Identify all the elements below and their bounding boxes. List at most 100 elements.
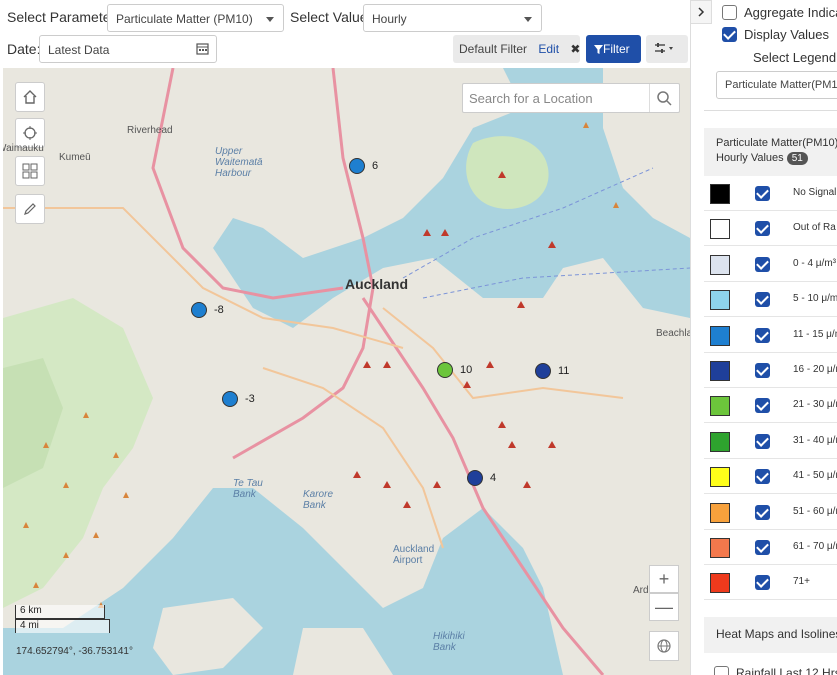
legend-select-value: Particulate Matter(PM10: [725, 79, 837, 91]
filter-icon: [594, 45, 603, 54]
legend-swatch: [710, 538, 730, 558]
station-value: 6: [372, 160, 379, 172]
legend-checkbox[interactable]: [755, 221, 770, 237]
legend-count-badge: 51: [786, 152, 808, 165]
divider: [704, 110, 837, 111]
value-select-value: Hourly: [372, 12, 407, 26]
collapse-panel-button[interactable]: [690, 0, 712, 24]
legend-checkbox[interactable]: [755, 433, 770, 449]
filter-button[interactable]: Filter: [586, 35, 641, 63]
legend-row: 61 - 70 μ/m: [704, 530, 837, 565]
grid-icon: [22, 163, 38, 179]
basemap-button[interactable]: [15, 156, 45, 186]
legend-swatch: [710, 431, 730, 452]
rainfall-checkbox[interactable]: [714, 666, 729, 675]
legend-checkbox[interactable]: [755, 575, 770, 591]
place-label: Hikihiki Bank: [433, 631, 465, 653]
legend-swatch: [710, 184, 730, 204]
parameter-select[interactable]: Particulate Matter (PM10): [107, 4, 284, 32]
home-button[interactable]: [15, 82, 45, 112]
clear-filter-icon[interactable]: ✖: [570, 42, 580, 56]
legend-swatch: [710, 219, 730, 240]
legend-swatch: [710, 502, 730, 523]
place-label: Waimauku: [3, 143, 44, 154]
date-label: Date:: [7, 41, 41, 57]
legend-checkbox[interactable]: [755, 292, 770, 308]
legend-range-label: 0 - 4 μ/m³: [793, 257, 836, 269]
select-legend-label: Select Legend:: [753, 50, 837, 65]
scale-mi: 4 mi: [15, 619, 110, 633]
legend-swatch: [710, 573, 730, 594]
legend-range-label: 71+: [793, 576, 810, 588]
draw-button[interactable]: [15, 194, 45, 224]
legend-checkbox[interactable]: [755, 398, 770, 414]
legend-checkbox[interactable]: [755, 256, 770, 272]
legend-range-label: 5 - 10 μ/m: [793, 293, 837, 305]
legend-select[interactable]: Particulate Matter(PM10: [716, 71, 837, 99]
aggregate-checkbox[interactable]: [722, 5, 737, 20]
chevron-down-icon: [524, 17, 532, 22]
location-search[interactable]: Search for a Location: [462, 83, 680, 113]
legend-swatch: [710, 396, 730, 417]
search-button[interactable]: [649, 84, 679, 112]
default-filter-chip: Default Filter Edit ✖: [453, 35, 580, 63]
legend-swatch: [710, 325, 730, 346]
legend-row: 21 - 30 μ/m: [704, 388, 837, 424]
globe-button[interactable]: [649, 631, 679, 661]
city-label: Auckland: [345, 276, 409, 292]
station-marker[interactable]: [222, 391, 238, 407]
place-label: Riverhead: [127, 125, 173, 136]
legend-swatch: [710, 467, 730, 488]
legend-row: 41 - 50 μ/m: [704, 459, 837, 495]
default-filter-label: Default Filter: [459, 42, 528, 56]
legend-checkbox[interactable]: [755, 327, 770, 343]
legend-checkbox[interactable]: [755, 540, 770, 555]
search-icon: [657, 91, 672, 106]
legend-row: 11 - 15 μ/m: [704, 318, 837, 353]
legend-checkbox[interactable]: [755, 504, 770, 520]
station-marker[interactable]: [535, 363, 551, 379]
station-marker[interactable]: [349, 158, 365, 174]
date-input-value: Latest Data: [48, 43, 110, 57]
station-marker[interactable]: [437, 362, 453, 378]
value-label: Select Value:: [290, 9, 372, 25]
settings-dropdown-button[interactable]: [646, 35, 688, 63]
legend-row: 5 - 10 μ/m: [704, 282, 837, 318]
value-select[interactable]: Hourly: [363, 4, 542, 32]
scale-bar: 6 km 4 mi: [15, 605, 110, 633]
aggregate-label: Aggregate Indicat: [744, 5, 837, 20]
legend-range-label: 21 - 30 μ/m: [793, 399, 837, 411]
parameter-select-value: Particulate Matter (PM10): [116, 12, 253, 26]
heatmaps-section-header[interactable]: Heat Maps and Isolines: [704, 617, 837, 653]
legend-row: No Signal: [704, 176, 837, 211]
station-value: 4: [490, 472, 497, 484]
legend-checkbox[interactable]: [755, 469, 770, 485]
station-marker[interactable]: [467, 470, 483, 486]
edit-filter-link[interactable]: Edit: [538, 42, 559, 56]
display-values-checkbox[interactable]: [722, 27, 737, 42]
legend-range-label: Out of Ra: [793, 222, 836, 234]
zoom-out-button[interactable]: —: [649, 593, 679, 621]
place-label: Ard: [633, 585, 649, 596]
legend-checkbox[interactable]: [755, 363, 770, 378]
station-marker[interactable]: [191, 302, 207, 318]
parameter-label: Select Parameter:: [7, 9, 120, 25]
legend-header: Particulate Matter(PM10) - Hourly Values…: [704, 128, 837, 176]
home-icon: [23, 90, 37, 104]
date-input[interactable]: Latest Data: [39, 35, 217, 63]
legend-range-label: 31 - 40 μ/m: [793, 434, 837, 446]
legend-subtitle: Hourly Values: [716, 152, 784, 164]
zoom-in-button[interactable]: +: [649, 565, 679, 593]
legend-row: 16 - 20 μ/m: [704, 353, 837, 388]
calendar-icon: [196, 43, 209, 55]
legend-checkbox[interactable]: [755, 186, 770, 201]
place-label: Karore Bank: [303, 489, 334, 511]
legend-row: 31 - 40 μ/m: [704, 424, 837, 459]
legend-range-label: 41 - 50 μ/m: [793, 470, 837, 482]
chevron-right-icon: [698, 7, 705, 17]
legend-range-label: 16 - 20 μ/m: [793, 364, 837, 375]
legend-range-label: 51 - 60 μ/m: [793, 505, 837, 517]
map[interactable]: Search for a Location Riverhead Kumeū Wa…: [3, 68, 690, 675]
place-label: Auckland Airport: [393, 544, 435, 566]
station-value: -8: [214, 304, 224, 316]
